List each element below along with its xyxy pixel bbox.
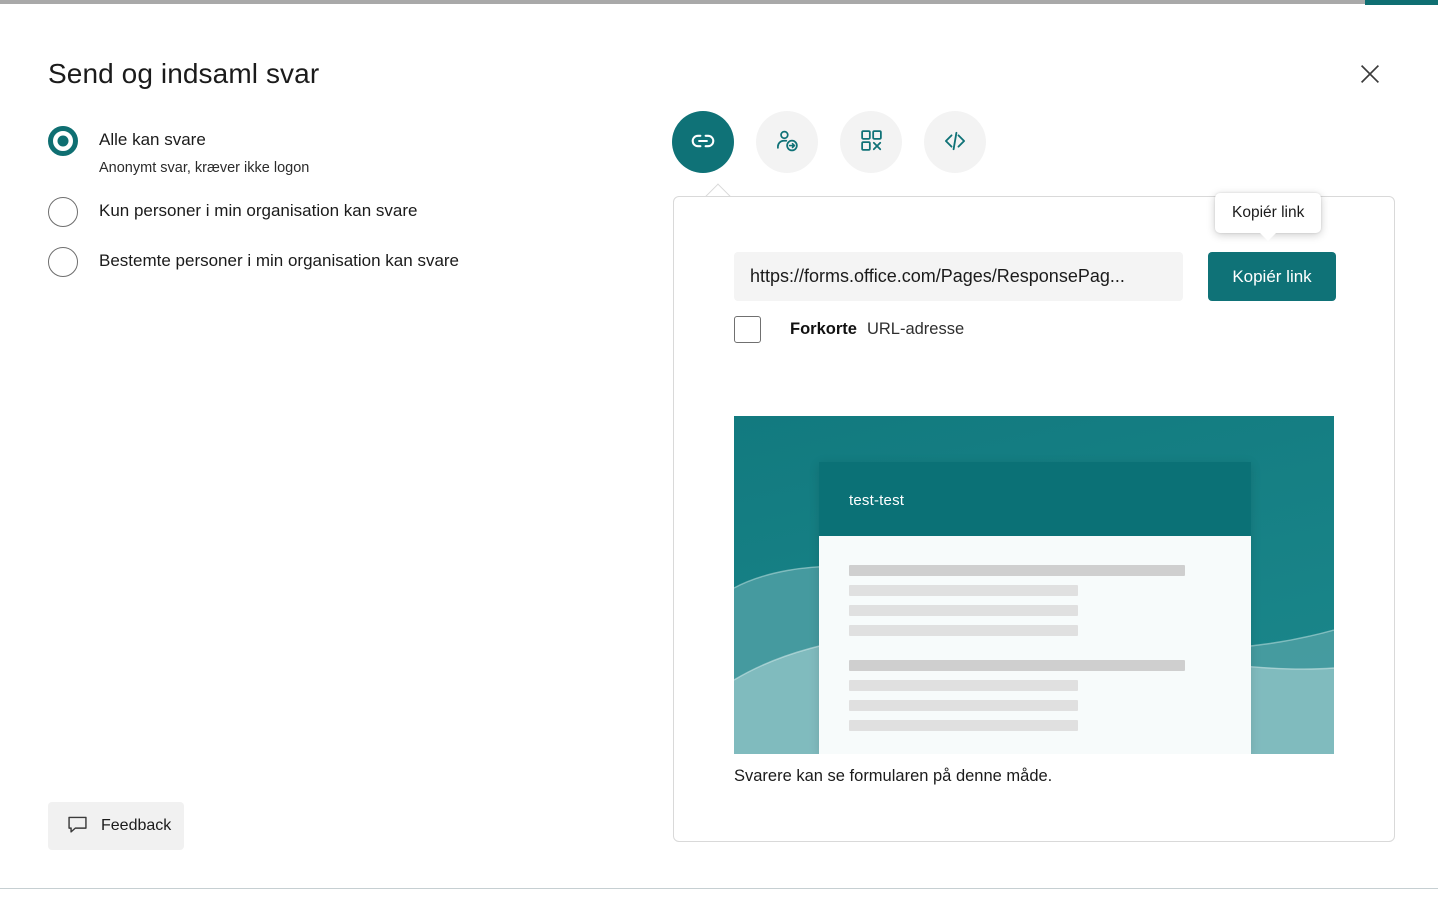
close-button[interactable] [1348,53,1392,97]
share-method-tabs [672,111,986,173]
window-top-accent [1365,0,1438,5]
radio-indicator-unselected [48,197,78,227]
placeholder-line [849,660,1185,671]
radio-option-label: Alle kan svare [99,130,206,149]
window-top-strip [0,0,1438,4]
audience-options: Alle kan svare Anonymt svar, kræver ikke… [48,126,608,287]
qr-code-icon [859,128,884,156]
copy-link-button[interactable]: Kopiér link [1208,252,1336,301]
link-icon [690,128,716,157]
placeholder-line [849,625,1078,636]
tab-link[interactable] [672,111,734,173]
placeholder-line [849,720,1078,731]
placeholder-line [849,605,1078,616]
feedback-button[interactable]: Feedback [48,802,184,850]
send-and-collect-responses-dialog: Send og indsaml svar Alle kan svare Anon… [0,0,1438,898]
shorten-url-label-rest: URL-adresse [867,320,964,339]
radio-option-label: Kun personer i min organisation kan svar… [99,201,417,220]
shorten-url-checkbox[interactable] [734,316,761,343]
form-url-input[interactable]: https://forms.office.com/Pages/ResponseP… [734,252,1183,301]
shorten-url-label-strong: Forkorte [790,320,857,339]
close-icon [1359,63,1381,88]
person-add-icon [774,128,800,157]
link-share-panel: https://forms.office.com/Pages/ResponseP… [673,196,1395,842]
url-row: https://forms.office.com/Pages/ResponseP… [734,252,1336,301]
preview-caption: Svarere kan se formularen på denne måde. [734,767,1052,786]
placeholder-line [849,565,1185,576]
radio-indicator-unselected [48,247,78,277]
preview-form-body [819,536,1251,754]
feedback-label: Feedback [101,817,171,835]
code-icon [942,128,968,157]
copy-link-tooltip: Kopiér link [1215,193,1321,233]
radio-option-everyone[interactable]: Alle kan svare Anonymt svar, kræver ikke… [48,126,608,178]
form-preview-thumbnail: test-test [734,416,1334,754]
shorten-url-checkbox-row[interactable]: Forkorte URL-adresse [734,316,964,343]
comment-icon [66,813,89,839]
window-bottom-rule [0,888,1438,889]
radio-option-sublabel: Anonymt svar, kræver ikke logon [99,158,309,178]
tab-qr-code[interactable] [840,111,902,173]
placeholder-line [849,700,1078,711]
placeholder-line [849,680,1078,691]
preview-form-title: test-test [849,492,904,509]
tab-embed-code[interactable] [924,111,986,173]
preview-form-card: test-test [819,462,1251,754]
page-title: Send og indsaml svar [48,58,319,90]
radio-option-organization[interactable]: Kun personer i min organisation kan svar… [48,197,608,227]
placeholder-line [849,585,1078,596]
radio-option-specific-people[interactable]: Bestemte personer i min organisation kan… [48,247,608,277]
preview-form-header: test-test [819,462,1251,536]
radio-indicator-selected [48,126,78,156]
tab-invite-people[interactable] [756,111,818,173]
radio-option-label: Bestemte personer i min organisation kan… [99,251,459,270]
